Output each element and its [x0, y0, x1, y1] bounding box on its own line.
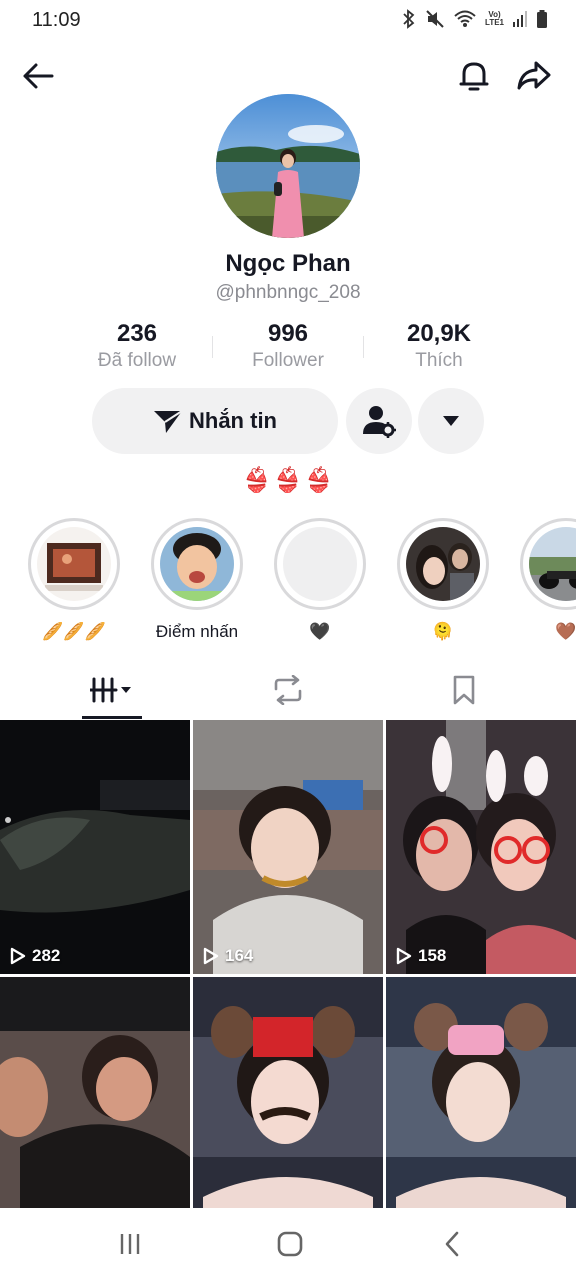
highlight-cover	[397, 518, 489, 610]
wifi-icon	[454, 10, 476, 27]
repost-icon	[274, 675, 302, 705]
highlights-row: 🥖🥖🥖 Điểm nhấn 🖤 🫠 🤎	[0, 518, 576, 648]
play-icon	[203, 947, 219, 965]
video-thumbnail[interactable]: 282	[0, 720, 190, 974]
stat-following-value: 236	[116, 320, 158, 347]
stats-row: 236 Đã follow 996 Follower 20,9K Thích	[62, 320, 514, 376]
highlight-item[interactable]: 🖤	[274, 518, 366, 642]
highlight-item[interactable]: 🤎	[520, 518, 576, 642]
highlight-item[interactable]: 🥖🥖🥖	[28, 518, 120, 642]
bio: 👙👙👙	[241, 467, 335, 494]
follow-settings-button[interactable]	[346, 388, 412, 454]
signal-icon	[513, 11, 527, 27]
highlight-cover	[274, 518, 366, 610]
stat-followers-label: Follower	[252, 350, 324, 371]
send-icon	[154, 410, 183, 433]
message-button[interactable]: Nhắn tin	[92, 388, 338, 454]
video-thumbnail[interactable]: 158	[386, 720, 576, 974]
stat-likes[interactable]: 20,9K Thích	[364, 320, 514, 376]
more-dropdown-button[interactable]	[418, 388, 484, 454]
view-count-value: 158	[418, 946, 447, 965]
avatar-photo	[216, 94, 360, 238]
arrow-left-icon	[23, 63, 54, 89]
back-button[interactable]	[18, 56, 58, 96]
highlight-item[interactable]: 🫠	[397, 518, 489, 642]
tab-reposts[interactable]	[192, 662, 384, 718]
status-bar: 11:09 Vo) LTE1	[0, 0, 576, 42]
view-count: 282	[10, 946, 60, 966]
video-thumbnail[interactable]	[386, 977, 576, 1210]
bookmark-icon	[453, 675, 475, 705]
view-count-value: 164	[225, 946, 254, 965]
stat-following[interactable]: 236 Đã follow	[62, 320, 212, 376]
video-thumbnail[interactable]	[193, 977, 383, 1210]
video-thumbnail[interactable]: 164	[193, 720, 383, 974]
profile-actions: Nhắn tin	[92, 388, 484, 454]
network-type: Vo) LTE1	[485, 10, 504, 27]
share-arrow-icon	[517, 61, 551, 90]
bell-icon	[459, 62, 489, 91]
status-icons: Vo) LTE1	[401, 9, 548, 29]
video-grid: 282 164 158	[0, 720, 576, 1210]
chevron-left-icon	[445, 1231, 459, 1257]
recent-apps-icon	[120, 1234, 140, 1254]
top-nav	[0, 52, 576, 100]
stat-followers[interactable]: 996 Follower	[213, 320, 363, 376]
share-button[interactable]	[514, 56, 554, 96]
home-button[interactable]	[266, 1226, 314, 1262]
status-time: 11:09	[32, 9, 81, 31]
highlight-cover	[520, 518, 576, 610]
user-settings-icon	[363, 406, 396, 438]
mute-icon	[426, 10, 444, 28]
play-icon	[396, 947, 412, 965]
system-nav-bar	[0, 1208, 576, 1280]
highlight-label: 🤎	[555, 622, 576, 641]
active-tab-indicator	[82, 716, 142, 719]
avatar[interactable]	[216, 94, 360, 238]
profile-tabs	[0, 662, 576, 720]
highlight-cover	[151, 518, 243, 610]
view-count: 164	[203, 946, 253, 966]
stat-likes-value: 20,9K	[406, 320, 472, 347]
display-name: Ngọc Phan	[225, 250, 351, 277]
stat-following-label: Đã follow	[97, 350, 177, 371]
message-button-label: Nhắn tin	[189, 408, 277, 433]
caret-down-icon	[443, 416, 459, 426]
view-count-value: 282	[32, 946, 61, 965]
highlight-cover	[28, 518, 120, 610]
highlight-label: 🫠	[432, 622, 454, 641]
play-icon	[10, 947, 26, 965]
notification-button[interactable]	[454, 56, 494, 96]
system-back-button[interactable]	[428, 1226, 476, 1262]
recent-apps-button[interactable]	[106, 1226, 154, 1262]
battery-icon	[537, 10, 547, 28]
video-grid-icon	[90, 677, 131, 703]
tab-saved[interactable]	[368, 662, 560, 718]
view-count: 158	[396, 946, 446, 966]
highlight-label: 🖤	[309, 622, 331, 641]
tab-videos[interactable]	[16, 662, 208, 718]
stat-likes-label: Thích	[415, 350, 463, 371]
home-icon	[277, 1231, 303, 1257]
bluetooth-icon	[403, 9, 415, 29]
highlight-label: 🥖🥖🥖	[42, 622, 106, 641]
highlight-item[interactable]: Điểm nhấn	[151, 518, 243, 642]
highlight-label: Điểm nhấn	[155, 622, 239, 641]
username: @phnbnngc_208	[215, 282, 361, 303]
stat-followers-value: 996	[267, 320, 309, 347]
video-thumbnail[interactable]	[0, 977, 190, 1210]
